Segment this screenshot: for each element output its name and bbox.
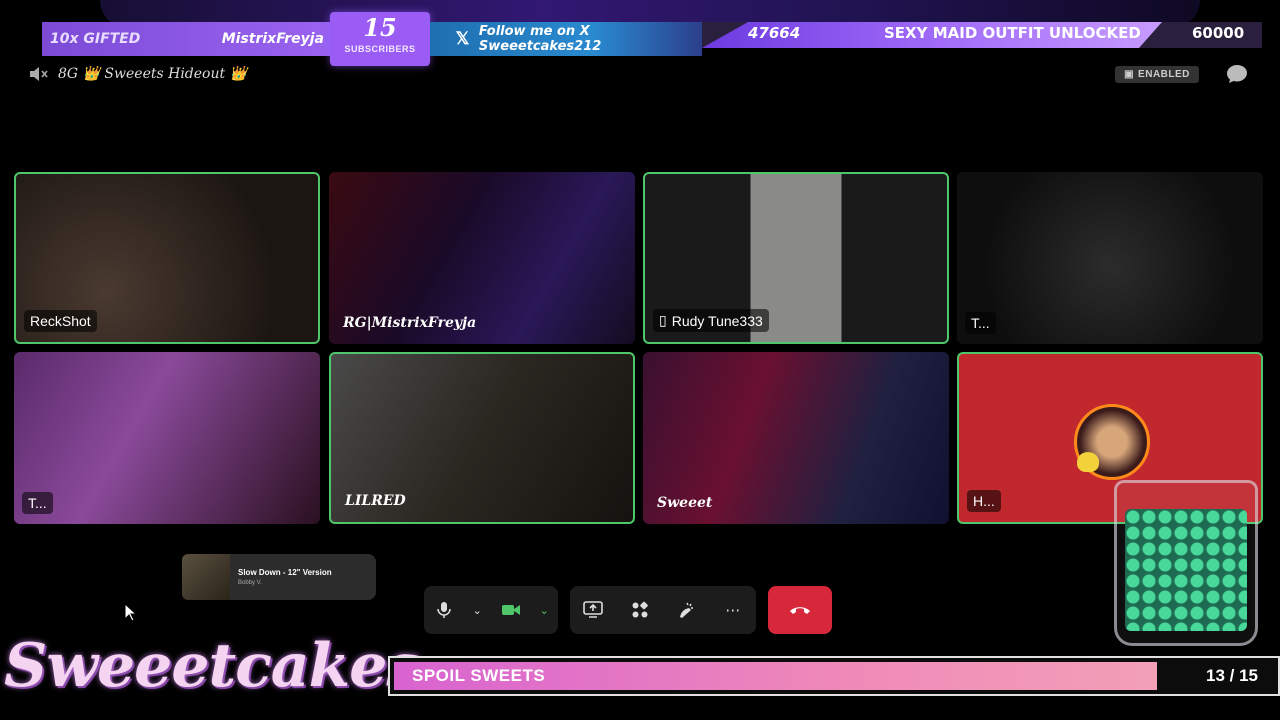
mini-music-player[interactable]: Slow Down - 12" Version Bobby V. xyxy=(182,554,376,600)
call-actions: ⋯ xyxy=(570,586,756,634)
video-tile-lilred[interactable]: LILRED xyxy=(329,352,635,524)
goal-max: 60000 xyxy=(1192,24,1245,42)
room-prefix: 8G xyxy=(58,66,79,82)
participant-name: Rudy Tune333 xyxy=(671,312,763,329)
enabled-badge[interactable]: ▣ ENABLED xyxy=(1115,66,1199,83)
video-tile-t1[interactable]: T... xyxy=(957,172,1263,344)
jar-tokens xyxy=(1125,509,1247,631)
subscribers-count: 15 xyxy=(363,13,397,42)
effects-icon[interactable] xyxy=(673,597,699,623)
subscribers-label: SUBSCRIBERS xyxy=(344,44,416,54)
participant-name: Sweeet xyxy=(657,495,713,511)
participant-name: RG|MistrixFreyja xyxy=(343,315,477,331)
room-title: 8G 👑 Sweeets Hideout 👑 xyxy=(58,66,247,82)
participant-name: H... xyxy=(967,490,1001,512)
song-title: Slow Down - 12" Version xyxy=(238,568,332,577)
room-name: 👑 Sweeets Hideout 👑 xyxy=(82,66,248,82)
gifted-count: 10x GIFTED xyxy=(50,31,141,47)
subscribers-badge: 15 SUBSCRIBERS xyxy=(330,12,430,66)
video-tile-sweeet[interactable]: Sweeet xyxy=(643,352,949,524)
more-icon[interactable]: ⋯ xyxy=(720,597,746,623)
x-logo-icon: 𝕏 xyxy=(455,29,470,48)
album-art xyxy=(182,554,230,600)
spoil-goal-bar: SPOIL SWEETS 13 / 15 xyxy=(388,656,1280,696)
mobile-phone-icon: ▯ xyxy=(659,312,667,328)
tip-jar xyxy=(1114,480,1258,646)
phone-icon: ▣ xyxy=(1124,69,1135,80)
song-artist: Bobby V. xyxy=(238,580,262,586)
spoil-label: SPOIL SWEETS xyxy=(412,666,546,685)
participant-name: T... xyxy=(22,492,53,514)
brand-logo-text: Sweeetcakes xyxy=(4,631,420,701)
camera-icon[interactable] xyxy=(498,597,524,623)
participant-label: ▯ Rudy Tune333 xyxy=(653,309,769,332)
video-tile-mistrixfreyja[interactable]: RG|MistrixFreyja xyxy=(329,172,635,344)
duck-icon xyxy=(1077,452,1099,472)
mouse-cursor-icon xyxy=(124,603,138,622)
participant-name: ReckShot xyxy=(24,310,97,332)
media-controls: ⌄ ⌄ xyxy=(424,586,558,634)
video-tile-rudy[interactable]: ▯ Rudy Tune333 xyxy=(643,172,949,344)
chat-icon[interactable] xyxy=(1226,64,1248,84)
hangup-icon xyxy=(790,607,810,614)
screen-share-icon[interactable] xyxy=(580,597,606,623)
chevron-down-icon[interactable]: ⌄ xyxy=(470,597,484,623)
apps-icon[interactable] xyxy=(627,597,653,623)
goal-text: SEXY MAID OUTFIT UNLOCKED xyxy=(884,24,1141,42)
mic-icon[interactable] xyxy=(431,597,457,623)
video-tile-reckshot[interactable]: ReckShot xyxy=(14,172,320,344)
gifted-banner: 10x GIFTED MistrixFreyja xyxy=(42,22,332,56)
follow-banner: 𝕏 Follow me on X Sweeetcakes212 xyxy=(430,22,702,56)
enabled-label: ENABLED xyxy=(1138,69,1190,80)
chevron-down-icon[interactable]: ⌄ xyxy=(537,597,551,623)
spoil-count: 13 / 15 xyxy=(1206,666,1258,685)
gifted-name: MistrixFreyja xyxy=(221,31,324,47)
participant-name: LILRED xyxy=(345,493,406,509)
video-tile-t2[interactable]: T... xyxy=(14,352,320,524)
hangup-button[interactable] xyxy=(768,586,832,634)
follow-text: Follow me on X Sweeetcakes212 xyxy=(478,24,602,54)
goal-current: 47664 xyxy=(748,24,801,42)
speaker-mute-icon[interactable] xyxy=(28,66,48,82)
participant-name: T... xyxy=(965,312,996,334)
